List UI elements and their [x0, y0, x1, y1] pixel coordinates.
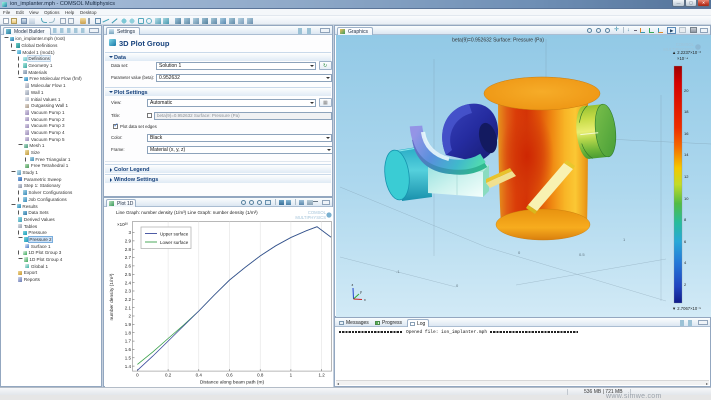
svg-text:0.2: 0.2 [165, 373, 172, 378]
svg-text:▼ 2.7067×10⁻⁵: ▼ 2.7067×10⁻⁵ [672, 306, 701, 311]
svg-text:0.5: 0.5 [579, 252, 585, 257]
svg-text:×10²⁰: ×10²⁰ [117, 222, 128, 227]
svg-text:2.3: 2.3 [125, 289, 132, 294]
svg-text:2.8: 2.8 [125, 247, 132, 252]
svg-text:1.7: 1.7 [125, 339, 132, 344]
svg-text:20: 20 [684, 88, 689, 93]
svg-text:beta(9)=0.952632 Surface: Pre: beta(9)=0.952632 Surface: Pressure (Pa) [452, 38, 544, 44]
svg-text:2.6: 2.6 [125, 264, 132, 269]
svg-text:1.9: 1.9 [125, 322, 132, 327]
svg-text:▲ 2.2237×10⁻³: ▲ 2.2237×10⁻³ [672, 50, 701, 55]
svg-text:1.8: 1.8 [125, 330, 132, 335]
svg-text:10: 10 [684, 196, 689, 201]
svg-text:14: 14 [684, 152, 689, 157]
svg-text:1.6: 1.6 [125, 347, 132, 352]
svg-text:Distance along beam path (m): Distance along beam path (m) [200, 380, 265, 386]
svg-text:Line Graph: number density (1/: Line Graph: number density (1/m³) Line G… [116, 210, 258, 215]
svg-text:2: 2 [128, 314, 131, 319]
svg-text:0.6: 0.6 [226, 373, 233, 378]
svg-text:2.4: 2.4 [125, 280, 132, 285]
svg-text:18: 18 [684, 109, 689, 114]
svg-text:0.8: 0.8 [257, 373, 264, 378]
svg-text:x: x [364, 298, 366, 302]
svg-text:2.1: 2.1 [125, 305, 132, 310]
svg-text:y: y [360, 290, 362, 294]
svg-text:0.4: 0.4 [196, 373, 203, 378]
svg-text:1: 1 [290, 373, 293, 378]
svg-text:2.9: 2.9 [125, 239, 132, 244]
svg-text:1.2: 1.2 [318, 373, 325, 378]
svg-text:0: 0 [136, 373, 139, 378]
svg-text:MULTIPHYSICS: MULTIPHYSICS [295, 215, 326, 220]
svg-text:1.5: 1.5 [125, 355, 132, 360]
svg-text:2.7: 2.7 [125, 255, 132, 260]
svg-text:3: 3 [128, 230, 131, 235]
svg-text:z: z [352, 283, 354, 287]
svg-text:12: 12 [684, 174, 689, 179]
svg-text:2.5: 2.5 [125, 272, 132, 277]
svg-text:number density (1/m³): number density (1/m³) [109, 273, 115, 320]
svg-text:Lower surface: Lower surface [160, 240, 189, 245]
svg-text:2.2: 2.2 [125, 297, 132, 302]
svg-text:Upper surface: Upper surface [160, 232, 189, 237]
svg-text:1.4: 1.4 [125, 364, 132, 369]
svg-text:×10⁻⁴: ×10⁻⁴ [677, 56, 688, 61]
svg-text:16: 16 [684, 131, 689, 136]
